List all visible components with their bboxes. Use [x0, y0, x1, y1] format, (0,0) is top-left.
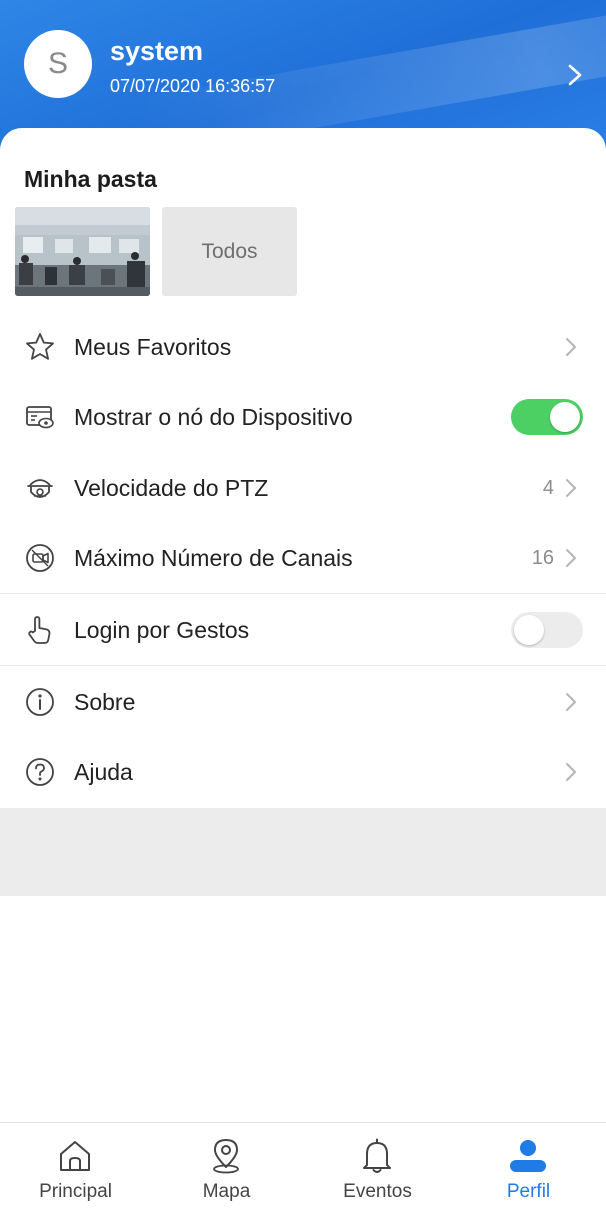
settings-row-about[interactable]: Sobre [0, 667, 606, 737]
settings-row-max-channels[interactable]: Máximo Número de Canais 16 [0, 523, 606, 593]
settings-row-show-device-node: Mostrar o nó do Dispositivo [0, 382, 606, 452]
settings-row-favorites[interactable]: Meus Favoritos [0, 312, 606, 382]
folder-thumbnail[interactable] [15, 207, 150, 296]
tab-mapa[interactable]: Mapa [151, 1123, 302, 1212]
settings-row-ptz-speed[interactable]: Velocidade do PTZ 4 [0, 453, 606, 523]
max-channels-value: 16 [531, 547, 554, 569]
settings-row-help[interactable]: Ajuda [0, 737, 606, 807]
bottom-tab-bar: Principal Mapa Eventos Perfil [0, 1122, 606, 1212]
ptz-speed-value: 4 [542, 477, 554, 499]
tab-perfil[interactable]: Perfil [453, 1123, 604, 1212]
user-name: system [110, 36, 204, 66]
settings-row-label: Velocidade do PTZ [74, 475, 269, 501]
login-datetime: 07/07/2020 16:36:57 [110, 76, 276, 96]
divider [0, 593, 606, 594]
chevron-right-icon [566, 338, 576, 356]
chevron-right-icon [566, 549, 576, 567]
folder-all-button[interactable]: Todos [162, 207, 297, 296]
office-snapshot-image [15, 207, 150, 296]
map-pin-icon [213, 1139, 239, 1174]
chevron-right-icon [566, 479, 576, 497]
settings-row-gesture-login: Login por Gestos [0, 595, 606, 665]
tab-eventos[interactable]: Eventos [302, 1123, 453, 1212]
tab-label: Principal [39, 1181, 112, 1202]
show-device-node-toggle[interactable] [511, 399, 583, 435]
star-icon [26, 333, 54, 360]
gesture-hand-icon [28, 616, 51, 644]
tab-label: Perfil [506, 1181, 551, 1202]
toggle-knob [514, 615, 544, 645]
home-icon [60, 1141, 90, 1171]
device-node-icon [26, 406, 54, 429]
tab-label: Eventos [343, 1181, 412, 1202]
chevron-right-icon[interactable] [564, 62, 586, 88]
channel-camera-icon [26, 544, 54, 572]
gesture-login-toggle[interactable] [511, 612, 583, 648]
settings-row-label: Login por Gestos [74, 617, 250, 643]
chevron-right-icon [566, 693, 576, 711]
settings-row-label: Sobre [74, 689, 136, 715]
divider [0, 665, 606, 666]
ptz-camera-icon [27, 479, 53, 498]
help-icon [26, 758, 54, 786]
chevron-right-icon [566, 763, 576, 781]
spacer-band [0, 808, 606, 896]
bell-icon [363, 1138, 391, 1173]
section-title-my-folder: Minha pasta [24, 166, 157, 192]
settings-row-label: Mostrar o nó do Dispositivo [74, 404, 353, 430]
avatar: S [24, 30, 92, 98]
person-icon [510, 1140, 546, 1172]
settings-row-label: Máximo Número de Canais [74, 545, 353, 571]
settings-row-label: Meus Favoritos [74, 334, 232, 360]
settings-row-label: Ajuda [74, 759, 133, 785]
tab-principal[interactable]: Principal [0, 1123, 151, 1212]
tab-label: Mapa [202, 1181, 251, 1202]
settings-card: Minha pasta Todos Meus Favoritos Mostrar… [0, 128, 606, 808]
info-icon [26, 688, 54, 716]
toggle-knob [550, 402, 580, 432]
